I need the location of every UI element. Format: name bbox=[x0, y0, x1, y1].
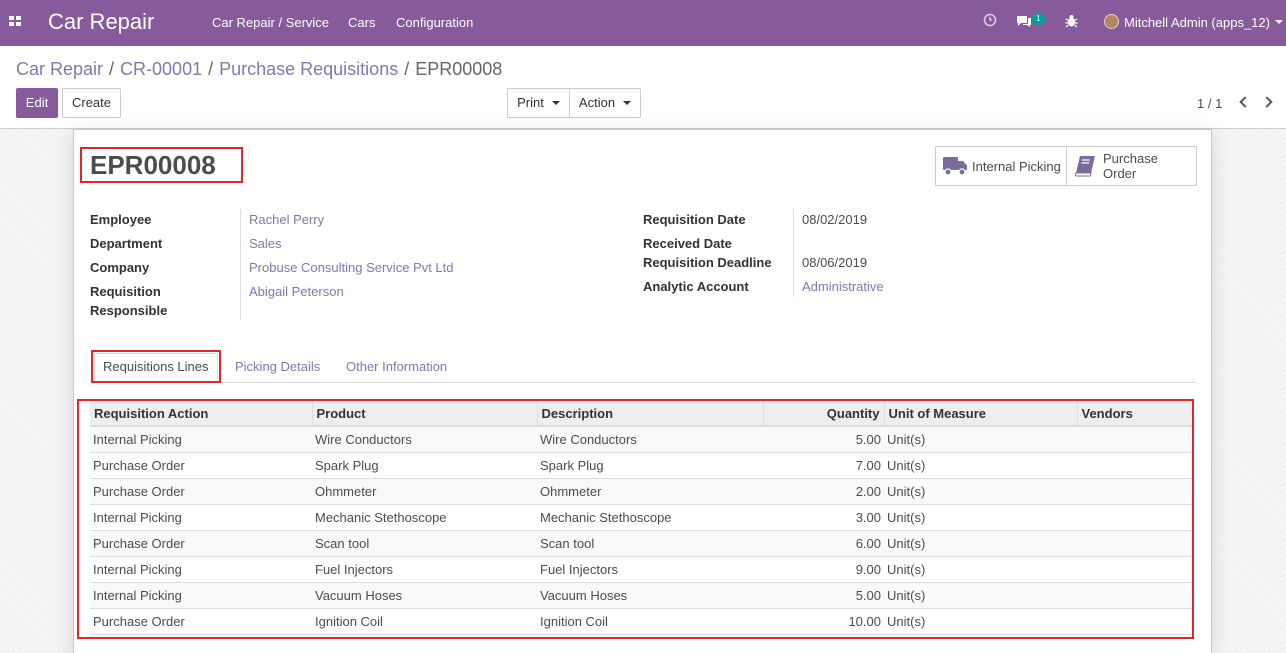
requisition-responsible-label: Requisition Responsible bbox=[90, 282, 167, 320]
debug-bug-icon[interactable] bbox=[1065, 14, 1078, 31]
breadcrumb-current: EPR00008 bbox=[415, 59, 503, 79]
pager-value[interactable]: 1 / 1 bbox=[1197, 96, 1222, 111]
user-avatar[interactable] bbox=[1104, 14, 1119, 29]
breadcrumb-separator: / bbox=[404, 59, 410, 79]
pager-next-button[interactable] bbox=[1261, 94, 1276, 112]
breadcrumb-separator: / bbox=[208, 59, 214, 79]
chevron-down-icon[interactable] bbox=[1275, 20, 1283, 24]
create-button[interactable]: Create bbox=[62, 88, 121, 118]
requisition-deadline-field[interactable]: 08/06/2019 bbox=[802, 255, 867, 270]
purchase-order-smart-button[interactable]: Purchase Order bbox=[1067, 147, 1197, 185]
breadcrumb-separator: / bbox=[109, 59, 115, 79]
pager-previous-button[interactable] bbox=[1237, 94, 1251, 112]
analytic-account-label: Analytic Account bbox=[643, 279, 749, 294]
highlight-box-lines bbox=[77, 399, 1194, 639]
field-divider bbox=[793, 209, 794, 297]
breadcrumb: Car Repair / CR-00001/Purchase Requisition… bbox=[16, 59, 502, 80]
messages-icon[interactable] bbox=[1016, 14, 1032, 31]
action-label: Action bbox=[578, 95, 616, 110]
purchase-order-label: Purchase Order bbox=[1103, 151, 1158, 181]
edit-button[interactable]: Edit bbox=[16, 88, 58, 118]
requisition-date-label: Requisition Date bbox=[643, 212, 746, 227]
caret-down-icon bbox=[551, 100, 560, 105]
purchase-order-label-line1: Purchase bbox=[1103, 151, 1158, 166]
menu-car-repair-service[interactable]: Car Repair / Service bbox=[212, 15, 329, 30]
chevron-left-icon bbox=[1239, 96, 1251, 108]
department-field[interactable]: Sales bbox=[249, 236, 282, 251]
activity-clock-icon[interactable] bbox=[983, 13, 997, 30]
record-name: EPR00008 bbox=[90, 150, 216, 180]
requisition-deadline-label: Requisition Deadline bbox=[643, 255, 772, 270]
internal-picking-smart-button[interactable]: Internal Picking bbox=[936, 147, 1066, 185]
smart-buttons-box: Internal Picking Purchase Order bbox=[935, 146, 1197, 186]
received-date-label: Received Date bbox=[643, 236, 732, 251]
action-dropdown-button[interactable]: Action bbox=[569, 88, 641, 118]
print-dropdown-button[interactable]: Print bbox=[507, 88, 570, 118]
purchase-order-label-line2: Order bbox=[1103, 166, 1137, 181]
internal-picking-label: Internal Picking bbox=[972, 159, 1061, 174]
print-label: Print bbox=[517, 95, 544, 110]
breadcrumb-car-repair[interactable]: Car Repair bbox=[16, 59, 103, 79]
caret-down-icon bbox=[623, 100, 632, 105]
messages-badge: 1 bbox=[1032, 13, 1045, 25]
user-menu-name[interactable]: Mitchell Admin (apps_12) bbox=[1124, 15, 1270, 30]
apps-menu-icon[interactable] bbox=[9, 16, 23, 28]
analytic-account-field[interactable]: Administrative bbox=[802, 279, 884, 294]
breadcrumb-cr-00001[interactable]: CR-00001 bbox=[120, 59, 202, 79]
chevron-right-icon bbox=[1261, 96, 1273, 108]
company-field[interactable]: Probuse Consulting Service Pvt Ltd bbox=[249, 260, 454, 275]
top-navbar: Car Repair Car Repair / Service Cars Con… bbox=[0, 0, 1286, 46]
company-label: Company bbox=[90, 260, 150, 275]
tab-picking-details[interactable]: Picking Details bbox=[235, 359, 320, 374]
requisition-date-field[interactable]: 08/02/2019 bbox=[802, 212, 867, 227]
breadcrumb-purchase-requisitions[interactable]: Purchase Requisitions bbox=[219, 59, 398, 79]
responsible-label-line2: Responsible bbox=[90, 303, 168, 318]
field-divider bbox=[240, 209, 241, 320]
menu-cars[interactable]: Cars bbox=[348, 15, 375, 30]
employee-field[interactable]: Rachel Perry bbox=[249, 212, 324, 227]
requisition-responsible-field[interactable]: Abigail Peterson bbox=[249, 284, 344, 299]
department-label: Department bbox=[90, 236, 163, 251]
tab-other-information[interactable]: Other Information bbox=[346, 359, 447, 374]
tabs-underline bbox=[90, 382, 1196, 383]
responsible-label-line1: Requisition bbox=[90, 284, 161, 299]
highlight-box-tab bbox=[91, 350, 221, 383]
app-title[interactable]: Car Repair bbox=[48, 9, 154, 35]
employee-label: Employee bbox=[90, 212, 152, 227]
book-icon bbox=[1075, 156, 1095, 177]
menu-configuration[interactable]: Configuration bbox=[396, 15, 473, 30]
truck-icon bbox=[943, 157, 967, 176]
